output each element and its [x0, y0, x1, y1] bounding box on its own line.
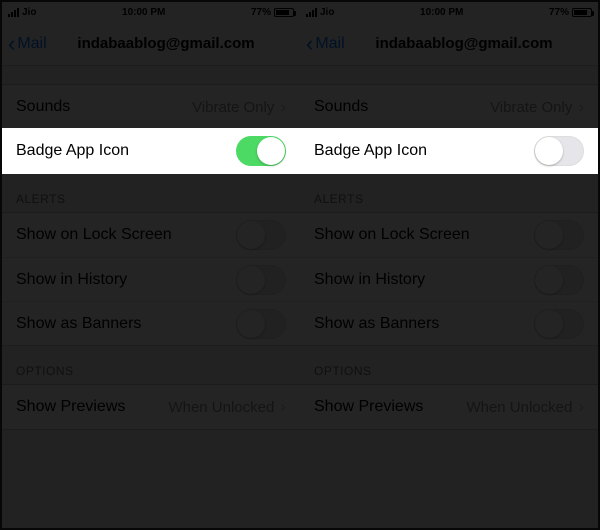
- row-label: Show as Banners: [16, 315, 141, 333]
- status-bar: Jio 10:00 PM 77%: [300, 2, 598, 22]
- settings-pane-right: Jio 10:00 PM 77% ‹ Mail indabaablog@gmai…: [300, 2, 598, 528]
- status-bar: Jio 10:00 PM 77%: [2, 2, 300, 22]
- chevron-right-icon: ›: [578, 397, 584, 417]
- row-label: Sounds: [314, 98, 368, 116]
- carrier-label: Jio: [22, 7, 36, 18]
- banners-toggle[interactable]: [236, 309, 286, 339]
- section-header-alerts: ALERTS: [300, 174, 598, 212]
- signal-icon: [8, 8, 19, 17]
- history-toggle[interactable]: [534, 265, 584, 295]
- chevron-right-icon: ›: [578, 97, 584, 117]
- nav-bar: ‹ Mail indabaablog@gmail.com: [300, 22, 598, 66]
- row-badge-app-icon-right[interactable]: Badge App Icon: [300, 128, 598, 174]
- comparison-container: Jio 10:00 PM 77% ‹ Mail indabaablog@gmai…: [0, 0, 600, 530]
- row-previews[interactable]: Show Previews When Unlocked ›: [2, 385, 300, 429]
- back-label: Mail: [17, 35, 46, 53]
- page-title: indabaablog@gmail.com: [308, 35, 590, 52]
- page-title: indabaablog@gmail.com: [10, 35, 292, 52]
- row-history[interactable]: Show in History: [2, 257, 300, 301]
- row-lock-screen[interactable]: Show on Lock Screen: [300, 213, 598, 257]
- section-header-options: OPTIONS: [2, 346, 300, 384]
- chevron-left-icon: ‹: [306, 33, 313, 55]
- section-header-options: OPTIONS: [300, 346, 598, 384]
- row-label: Show on Lock Screen: [16, 226, 172, 244]
- row-value: When Unlocked: [466, 399, 572, 416]
- back-button[interactable]: ‹ Mail: [8, 33, 47, 55]
- row-label: Show Previews: [16, 398, 125, 416]
- row-banners[interactable]: Show as Banners: [300, 301, 598, 345]
- section-header-alerts: ALERTS: [2, 174, 300, 212]
- row-label: Sounds: [16, 98, 70, 116]
- battery-icon: [572, 8, 592, 17]
- row-label: Show in History: [16, 271, 127, 289]
- row-sounds[interactable]: Sounds Vibrate Only ›: [2, 85, 300, 129]
- battery-percent: 77%: [251, 7, 271, 18]
- row-history[interactable]: Show in History: [300, 257, 598, 301]
- lockscreen-toggle[interactable]: [236, 220, 286, 250]
- row-value: Vibrate Only: [192, 99, 274, 116]
- row-value: When Unlocked: [168, 399, 274, 416]
- nav-bar: ‹ Mail indabaablog@gmail.com: [2, 22, 300, 66]
- row-previews[interactable]: Show Previews When Unlocked ›: [300, 385, 598, 429]
- badge-toggle[interactable]: [534, 136, 584, 166]
- status-time: 10:00 PM: [420, 7, 463, 18]
- row-label: Badge App Icon: [16, 142, 129, 160]
- battery-icon: [274, 8, 294, 17]
- history-toggle[interactable]: [236, 265, 286, 295]
- row-label: Show Previews: [314, 398, 423, 416]
- lockscreen-toggle[interactable]: [534, 220, 584, 250]
- chevron-left-icon: ‹: [8, 33, 15, 55]
- status-time: 10:00 PM: [122, 7, 165, 18]
- badge-toggle[interactable]: [236, 136, 286, 166]
- row-label: Show on Lock Screen: [314, 226, 470, 244]
- row-label: Show in History: [314, 271, 425, 289]
- row-label: Badge App Icon: [314, 142, 427, 160]
- back-label: Mail: [315, 35, 344, 53]
- back-button[interactable]: ‹ Mail: [306, 33, 345, 55]
- battery-percent: 77%: [549, 7, 569, 18]
- signal-icon: [306, 8, 317, 17]
- row-badge-app-icon-left[interactable]: Badge App Icon: [2, 128, 300, 174]
- row-banners[interactable]: Show as Banners: [2, 301, 300, 345]
- highlighted-row: Badge App Icon Badge App Icon: [2, 128, 598, 174]
- row-label: Show as Banners: [314, 315, 439, 333]
- row-sounds[interactable]: Sounds Vibrate Only ›: [300, 85, 598, 129]
- row-lock-screen[interactable]: Show on Lock Screen: [2, 213, 300, 257]
- row-value: Vibrate Only: [490, 99, 572, 116]
- carrier-label: Jio: [320, 7, 334, 18]
- chevron-right-icon: ›: [280, 97, 286, 117]
- settings-pane-left: Jio 10:00 PM 77% ‹ Mail indabaablog@gmai…: [2, 2, 300, 528]
- banners-toggle[interactable]: [534, 309, 584, 339]
- chevron-right-icon: ›: [280, 397, 286, 417]
